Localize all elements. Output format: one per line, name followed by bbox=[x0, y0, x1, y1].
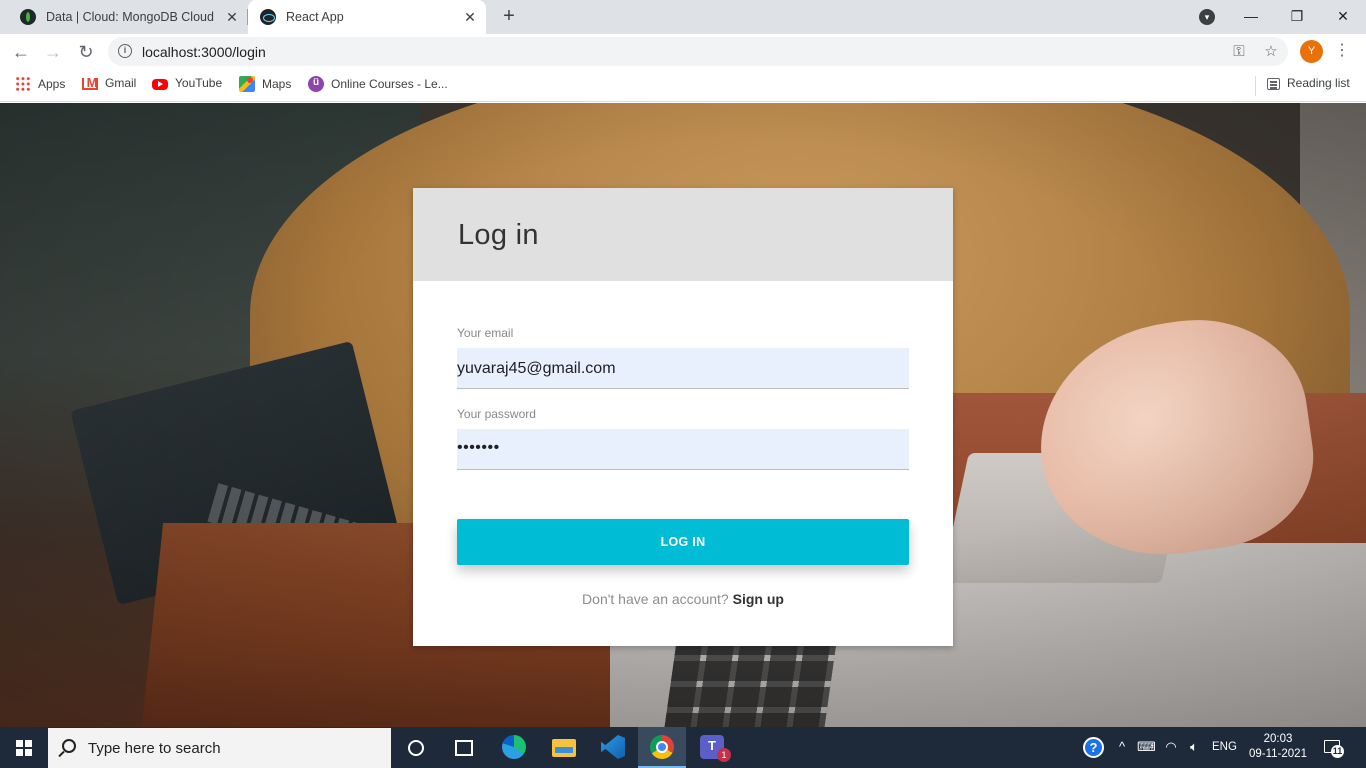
login-button[interactable]: LOG IN bbox=[457, 519, 909, 565]
notification-count: 11 bbox=[1331, 745, 1344, 758]
tab-strip: Data | Cloud: MongoDB Cloud ✕ React App … bbox=[0, 0, 1366, 34]
bookmark-label: Maps bbox=[262, 77, 292, 91]
bookmark-maps[interactable]: Maps bbox=[239, 76, 291, 92]
vscode-button[interactable] bbox=[589, 727, 637, 768]
page-viewport: Log in Your email yuvaraj45@gmail.com Yo… bbox=[0, 103, 1366, 727]
clock-date: 09-11-2021 bbox=[1249, 748, 1307, 760]
bookmark-label: YouTube bbox=[175, 76, 223, 90]
search-icon bbox=[62, 739, 76, 753]
restore-button[interactable]: ❐ bbox=[1284, 4, 1310, 28]
volume-icon[interactable]: 🔈︎ bbox=[1185, 739, 1203, 755]
react-logo-icon bbox=[260, 9, 276, 25]
teams-button[interactable]: 1 bbox=[688, 727, 736, 768]
bookmarks-divider bbox=[1255, 76, 1256, 96]
signup-prompt-line: Don't have an account? Sign up bbox=[413, 591, 953, 607]
reading-list-button[interactable]: Reading list bbox=[1267, 76, 1350, 90]
chevron-up-icon[interactable]: ^ bbox=[1113, 739, 1131, 755]
email-label: Your email bbox=[457, 326, 514, 340]
bookmark-star-icon[interactable]: ☆ bbox=[1262, 43, 1280, 61]
apps-grid-icon bbox=[15, 76, 31, 92]
key-icon[interactable]: ⚿ bbox=[1230, 43, 1248, 61]
page-title: Log in bbox=[458, 219, 539, 251]
windows-logo-icon bbox=[16, 740, 32, 756]
tab-title: Data | Cloud: MongoDB Cloud bbox=[46, 10, 214, 24]
notification-center-button[interactable]: 11 bbox=[1322, 738, 1344, 758]
mongodb-leaf-icon bbox=[20, 9, 36, 25]
cortana-icon bbox=[408, 740, 424, 756]
clock[interactable]: 20:03 09-11-2021 bbox=[1245, 732, 1311, 762]
language-indicator[interactable]: ENG bbox=[1212, 741, 1237, 753]
profile-avatar[interactable]: Y bbox=[1300, 40, 1323, 63]
address-bar[interactable]: i localhost:3000/login ⚿ ☆ bbox=[108, 37, 1288, 66]
chrome-button[interactable] bbox=[638, 727, 686, 768]
bookmark-label: Apps bbox=[38, 77, 66, 91]
task-view-button[interactable] bbox=[440, 727, 488, 768]
browser-toolbar: ← → ↻ i localhost:3000/login ⚿ ☆ Y ⋮ bbox=[0, 34, 1366, 69]
edge-icon bbox=[502, 735, 526, 759]
bookmark-apps[interactable]: Apps bbox=[15, 76, 65, 92]
reading-list-label: Reading list bbox=[1287, 76, 1350, 90]
maps-icon bbox=[239, 76, 255, 92]
minimize-button[interactable]: — bbox=[1238, 4, 1264, 28]
password-label: Your password bbox=[457, 407, 536, 421]
close-icon[interactable]: ✕ bbox=[224, 9, 240, 25]
reading-list-icon bbox=[1267, 78, 1280, 90]
start-button[interactable] bbox=[0, 727, 48, 768]
file-explorer-button[interactable] bbox=[540, 727, 588, 768]
help-icon[interactable]: ? bbox=[1083, 737, 1104, 758]
login-card: Log in Your email yuvaraj45@gmail.com Yo… bbox=[413, 188, 953, 646]
cortana-button[interactable] bbox=[392, 727, 440, 768]
login-card-header: Log in bbox=[413, 188, 953, 281]
courses-icon bbox=[308, 76, 324, 92]
forward-icon[interactable]: → bbox=[41, 40, 65, 64]
search-placeholder: Type here to search bbox=[88, 740, 221, 757]
password-field[interactable]: ••••••• bbox=[457, 429, 909, 470]
site-info-icon[interactable]: i bbox=[118, 44, 132, 58]
edge-button[interactable] bbox=[490, 727, 538, 768]
signup-prompt: Don't have an account? bbox=[582, 591, 729, 607]
tab-search-icon[interactable]: ▾ bbox=[1199, 9, 1215, 25]
task-view-icon bbox=[455, 740, 473, 756]
email-field[interactable]: yuvaraj45@gmail.com bbox=[457, 348, 909, 389]
taskbar: Type here to search 1 ? ^ ⌨ ◠ 🔈︎ ENG 20:… bbox=[0, 727, 1366, 768]
vscode-icon bbox=[601, 735, 625, 759]
taskbar-search[interactable]: Type here to search bbox=[48, 728, 391, 768]
network-adapter-icon[interactable]: ⌨ bbox=[1137, 739, 1156, 755]
youtube-icon bbox=[152, 78, 168, 90]
bookmark-youtube[interactable]: YouTube bbox=[152, 76, 222, 90]
close-window-button[interactable]: ✕ bbox=[1330, 4, 1356, 28]
menu-icon[interactable]: ⋮ bbox=[1334, 40, 1350, 62]
gmail-icon bbox=[82, 75, 100, 90]
bookmark-label: Online Courses - Le... bbox=[331, 77, 448, 91]
back-icon[interactable]: ← bbox=[9, 40, 33, 64]
teams-badge: 1 bbox=[717, 748, 731, 762]
clock-time: 20:03 bbox=[1263, 733, 1293, 745]
new-tab-button[interactable]: + bbox=[498, 6, 520, 28]
tab-title: React App bbox=[286, 10, 344, 24]
wifi-icon[interactable]: ◠ bbox=[1162, 739, 1180, 755]
bookmarks-bar: Apps Gmail YouTube Maps Online Courses -… bbox=[0, 69, 1366, 102]
folder-icon bbox=[552, 739, 576, 757]
tab-mongodb[interactable]: Data | Cloud: MongoDB Cloud ✕ bbox=[8, 0, 248, 34]
bookmark-label: Gmail bbox=[105, 76, 137, 90]
signup-link[interactable]: Sign up bbox=[733, 591, 784, 607]
close-icon[interactable]: ✕ bbox=[462, 9, 478, 25]
bookmark-online-courses[interactable]: Online Courses - Le... bbox=[308, 76, 448, 92]
reload-icon[interactable]: ↻ bbox=[74, 40, 98, 64]
url-text[interactable]: localhost:3000/login bbox=[142, 44, 266, 60]
tab-react-app[interactable]: React App ✕ bbox=[248, 0, 486, 34]
bookmark-gmail[interactable]: Gmail bbox=[82, 75, 137, 90]
chrome-icon bbox=[650, 735, 674, 759]
